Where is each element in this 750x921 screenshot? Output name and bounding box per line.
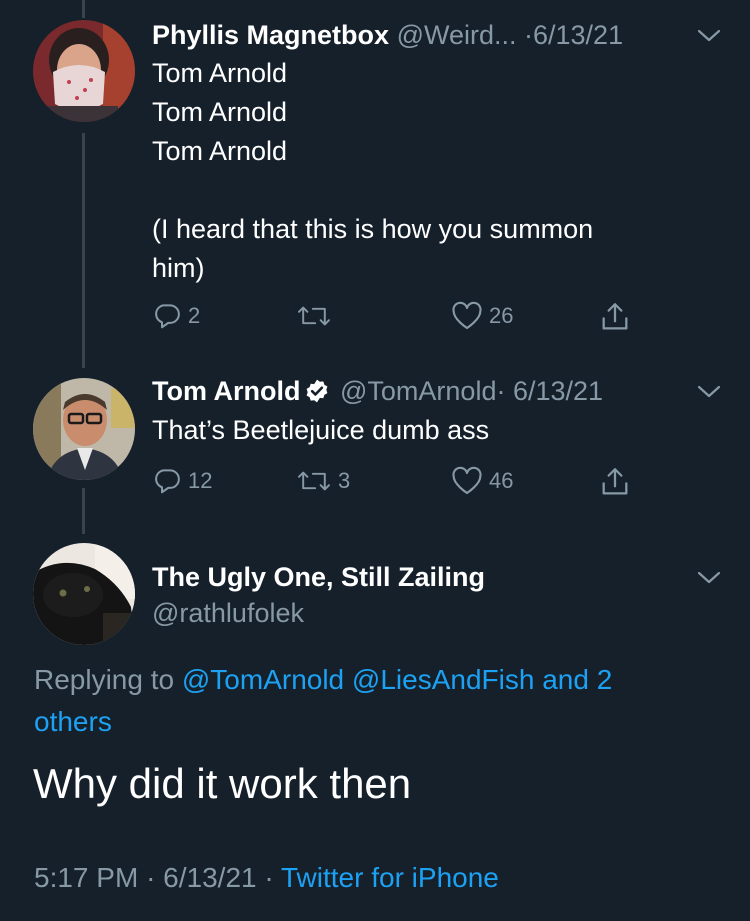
display-name[interactable]: Phyllis Magnetbox	[152, 20, 389, 50]
tweet-header: Tom Arnold @TomArnold· 6/13/21	[152, 374, 603, 412]
retweet-icon	[298, 306, 330, 326]
like-count: 26	[489, 303, 514, 328]
like-button[interactable]: 26	[451, 301, 513, 331]
tweet-meta: 5:17 PM · 6/13/21 · Twitter for iPhone	[34, 860, 499, 896]
tweet-header: Phyllis Magnetbox @Weird... ·6/13/21	[152, 18, 623, 52]
share-button[interactable]	[598, 465, 632, 499]
replying-to: Replying to @TomArnold @LiesAndFish and …	[34, 659, 724, 743]
handle[interactable]: @Weird...	[397, 20, 517, 50]
chevron-down-icon[interactable]	[696, 382, 722, 407]
avatar-tom-arnold[interactable]	[33, 378, 135, 480]
retweet-button[interactable]: 3	[296, 466, 350, 496]
tweet-source[interactable]: Twitter for iPhone	[281, 862, 499, 893]
focused-tweet-body: Why did it work then	[33, 760, 412, 807]
focused-display-name-row: The Ugly One, Still Zailing	[152, 560, 485, 594]
reply-count: 2	[188, 303, 201, 328]
handle[interactable]: @rathlufolek	[152, 598, 304, 628]
others-link[interactable]: and 2	[542, 664, 612, 695]
display-name[interactable]: Tom Arnold	[152, 376, 300, 406]
thread-line-top	[82, 0, 85, 18]
tweet-date[interactable]: · 6/13/21	[496, 376, 603, 406]
like-icon	[452, 301, 482, 330]
avatar-phyllis[interactable]	[33, 20, 135, 122]
avatar-ugly-one[interactable]	[33, 543, 135, 645]
verified-badge-icon	[304, 378, 330, 412]
tweet-date[interactable]: ·6/13/21	[524, 20, 623, 50]
reply-icon	[155, 304, 180, 329]
reply-count: 12	[188, 468, 213, 493]
others-link-continued[interactable]: others	[34, 706, 112, 737]
retweet-button[interactable]	[296, 301, 338, 331]
chevron-down-icon[interactable]	[696, 26, 722, 51]
chevron-down-icon[interactable]	[696, 568, 722, 593]
handle[interactable]: @TomArnold	[340, 376, 496, 406]
display-name[interactable]: The Ugly One, Still Zailing	[152, 562, 485, 592]
share-button[interactable]	[598, 300, 632, 334]
reply-icon	[155, 469, 180, 494]
like-icon	[452, 466, 482, 495]
tweet-body: Tom Arnold Tom Arnold Tom Arnold (I hear…	[152, 58, 594, 283]
thread-line-1	[82, 133, 85, 368]
reply-button[interactable]: 12	[152, 466, 212, 496]
mention-tomarnold[interactable]: @TomArnold	[182, 664, 344, 695]
reply-button[interactable]: 2	[152, 301, 200, 331]
focused-handle-row: @rathlufolek	[152, 596, 304, 630]
share-icon	[602, 468, 628, 495]
tweet-body: That’s Beetlejuice dumb ass	[152, 415, 490, 445]
retweet-icon	[298, 471, 330, 491]
tweet-date[interactable]: · 6/13/21 ·	[146, 862, 274, 893]
thread-line-2	[82, 488, 85, 534]
share-icon	[602, 303, 628, 330]
like-count: 46	[489, 468, 514, 493]
like-button[interactable]: 46	[451, 466, 513, 496]
retweet-count: 3	[338, 468, 351, 493]
replying-prefix: Replying to	[34, 664, 175, 695]
mention-liesandfish[interactable]: @LiesAndFish	[352, 664, 535, 695]
tweet-time[interactable]: 5:17 PM	[34, 862, 138, 893]
